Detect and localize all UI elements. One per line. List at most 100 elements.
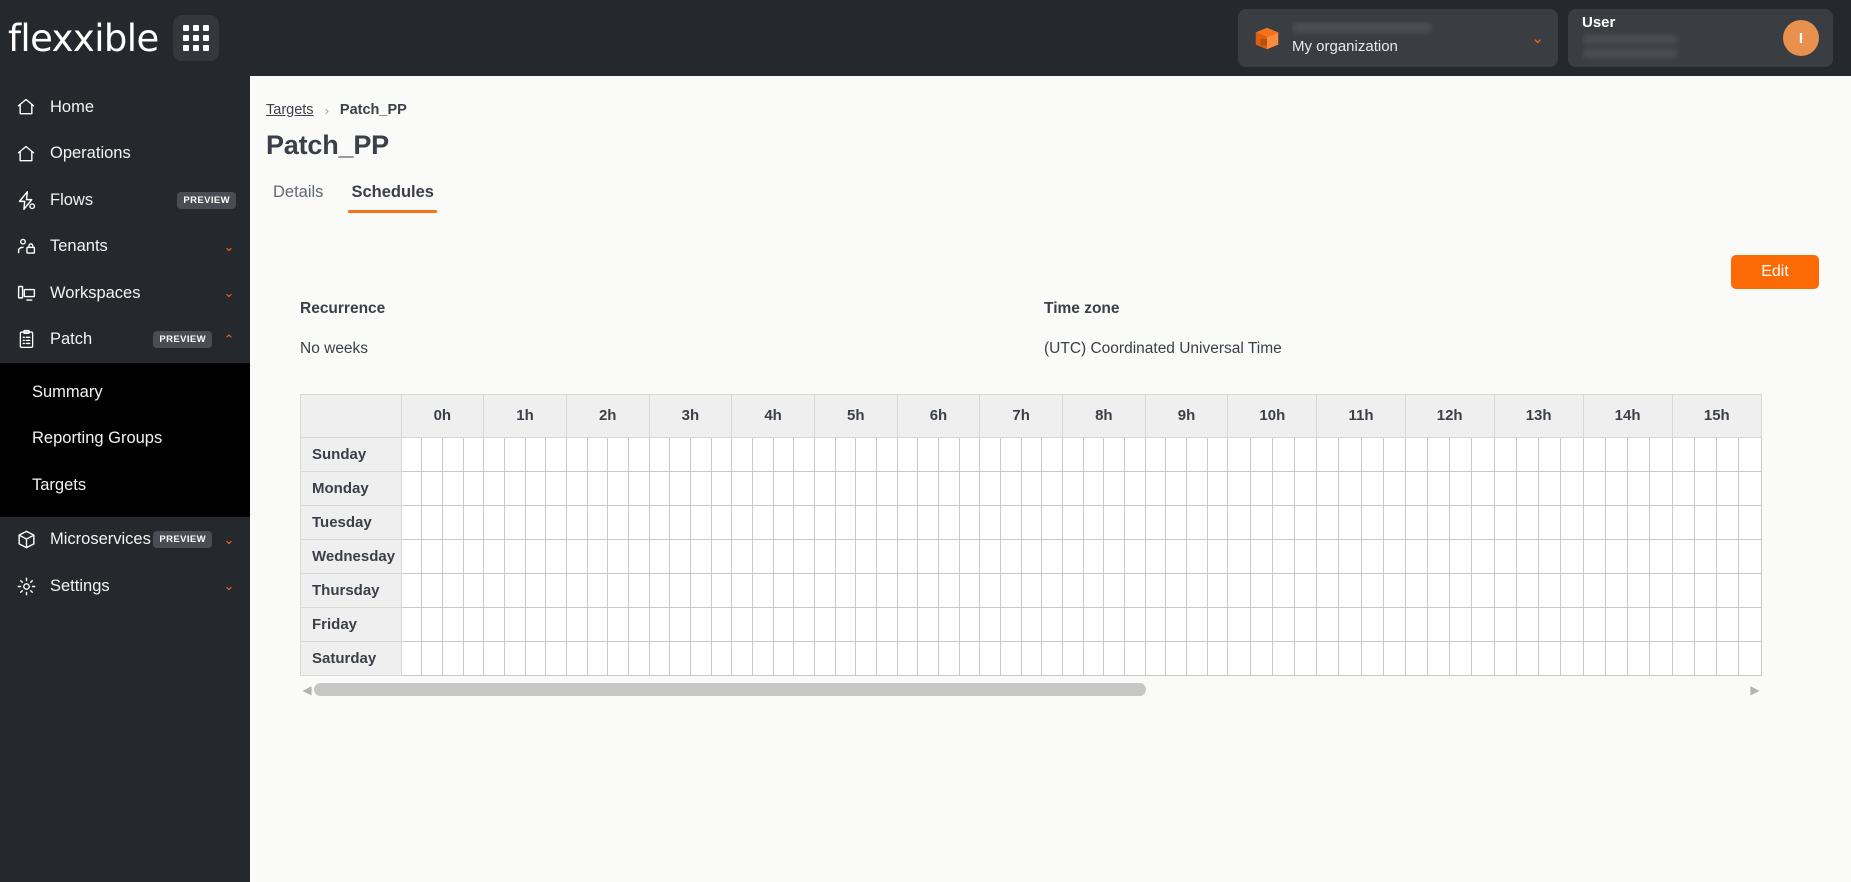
schedule-slot-cell[interactable] — [835, 471, 857, 506]
schedule-slot-cell[interactable] — [669, 607, 691, 642]
schedule-slot-cell[interactable] — [897, 607, 919, 642]
schedule-slot-cell[interactable] — [1560, 437, 1584, 472]
schedule-slot-cell[interactable] — [1165, 437, 1188, 472]
schedule-slot-cell[interactable] — [1427, 539, 1451, 574]
schedule-slot-cell[interactable] — [1021, 471, 1043, 506]
schedule-slot-cell[interactable] — [1516, 607, 1540, 642]
schedule-slot-cell[interactable] — [1103, 573, 1126, 608]
scrollbar-track[interactable] — [314, 683, 1748, 696]
sidebar-item-flows[interactable]: Flows PREVIEW — [0, 177, 250, 224]
schedule-slot-cell[interactable] — [607, 505, 629, 540]
schedule-slot-cell[interactable] — [1227, 437, 1251, 472]
schedule-slot-cell[interactable] — [1494, 641, 1517, 676]
schedule-slot-cell[interactable] — [752, 539, 774, 574]
schedule-slot-cell[interactable] — [814, 539, 836, 574]
schedule-slot-cell[interactable] — [463, 641, 485, 676]
schedule-slot-cell[interactable] — [711, 437, 733, 472]
schedule-slot-cell[interactable] — [1627, 607, 1651, 642]
schedule-slot-cell[interactable] — [1738, 539, 1762, 574]
schedule-slot-cell[interactable] — [1716, 641, 1740, 676]
schedule-slot-cell[interactable] — [711, 607, 733, 642]
schedule-slot-cell[interactable] — [897, 471, 919, 506]
schedule-slot-cell[interactable] — [1471, 437, 1495, 472]
schedule-slot-cell[interactable] — [1083, 539, 1105, 574]
schedule-slot-cell[interactable] — [1272, 471, 1296, 506]
schedule-slot-cell[interactable] — [1207, 471, 1229, 506]
schedule-slot-cell[interactable] — [1021, 505, 1043, 540]
schedule-slot-cell[interactable] — [504, 471, 526, 506]
schedule-slot-cell[interactable] — [711, 505, 733, 540]
schedule-slot-cell[interactable] — [752, 471, 774, 506]
schedule-slot-cell[interactable] — [1405, 607, 1428, 642]
schedule-slot-cell[interactable] — [1560, 641, 1584, 676]
schedule-slot-cell[interactable] — [1605, 607, 1629, 642]
schedule-slot-cell[interactable] — [1145, 641, 1167, 676]
schedule-slot-cell[interactable] — [938, 607, 960, 642]
schedule-slot-cell[interactable] — [1316, 573, 1340, 608]
schedule-slot-cell[interactable] — [752, 437, 774, 472]
schedule-slot-cell[interactable] — [1738, 641, 1762, 676]
schedule-slot-cell[interactable] — [525, 437, 547, 472]
schedule-slot-cell[interactable] — [690, 471, 712, 506]
schedule-slot-cell[interactable] — [566, 471, 588, 506]
schedule-slot-cell[interactable] — [690, 641, 712, 676]
schedule-slot-cell[interactable] — [483, 607, 505, 642]
schedule-slot-cell[interactable] — [1250, 505, 1273, 540]
schedule-slot-cell[interactable] — [463, 505, 485, 540]
tab-details[interactable]: Details — [273, 183, 323, 213]
schedule-slot-cell[interactable] — [1294, 607, 1318, 642]
schedule-slot-cell[interactable] — [897, 641, 919, 676]
schedule-slot-cell[interactable] — [1627, 641, 1651, 676]
schedule-slot-cell[interactable] — [1062, 573, 1084, 608]
schedule-slot-cell[interactable] — [897, 539, 919, 574]
schedule-slot-cell[interactable] — [1627, 437, 1651, 472]
schedule-slot-cell[interactable] — [628, 437, 650, 472]
schedule-slot-cell[interactable] — [483, 641, 505, 676]
schedule-slot-cell[interactable] — [649, 437, 671, 472]
schedule-slot-cell[interactable] — [1186, 573, 1208, 608]
schedule-slot-cell[interactable] — [1041, 607, 1063, 642]
schedule-slot-cell[interactable] — [1062, 437, 1084, 472]
schedule-slot-cell[interactable] — [1583, 471, 1606, 506]
schedule-slot-cell[interactable] — [690, 539, 712, 574]
schedule-slot-cell[interactable] — [504, 539, 526, 574]
sidebar-item-home[interactable]: Home — [0, 84, 250, 131]
schedule-slot-cell[interactable] — [731, 539, 753, 574]
schedule-slot-cell[interactable] — [1516, 573, 1540, 608]
schedule-slot-cell[interactable] — [1471, 641, 1495, 676]
schedule-slot-cell[interactable] — [483, 573, 505, 608]
sidebar-item-microservices[interactable]: Microservices PREVIEW ⌄ — [0, 517, 250, 564]
schedule-slot-cell[interactable] — [793, 641, 815, 676]
schedule-slot-cell[interactable] — [401, 539, 423, 574]
schedule-slot-cell[interactable] — [442, 437, 464, 472]
schedule-slot-cell[interactable] — [1062, 607, 1084, 642]
schedule-slot-cell[interactable] — [711, 641, 733, 676]
schedule-slot-cell[interactable] — [1145, 437, 1167, 472]
schedule-slot-cell[interactable] — [1427, 505, 1451, 540]
schedule-slot-cell[interactable] — [1227, 573, 1251, 608]
schedule-slot-cell[interactable] — [504, 641, 526, 676]
schedule-slot-cell[interactable] — [1338, 607, 1362, 642]
schedule-slot-cell[interactable] — [421, 539, 443, 574]
schedule-slot-cell[interactable] — [690, 573, 712, 608]
schedule-slot-cell[interactable] — [1124, 573, 1146, 608]
schedule-slot-cell[interactable] — [814, 607, 836, 642]
schedule-slot-cell[interactable] — [1361, 607, 1384, 642]
schedule-slot-cell[interactable] — [1165, 539, 1188, 574]
schedule-slot-cell[interactable] — [876, 505, 898, 540]
schedule-slot-cell[interactable] — [1294, 437, 1318, 472]
schedule-slot-cell[interactable] — [1000, 471, 1022, 506]
schedule-slot-cell[interactable] — [1383, 437, 1406, 472]
schedule-slot-cell[interactable] — [1538, 437, 1562, 472]
schedule-slot-cell[interactable] — [1716, 471, 1740, 506]
schedule-slot-cell[interactable] — [793, 437, 815, 472]
schedule-slot-cell[interactable] — [752, 607, 774, 642]
schedule-slot-cell[interactable] — [525, 505, 547, 540]
schedule-slot-cell[interactable] — [1449, 471, 1473, 506]
schedule-slot-cell[interactable] — [979, 573, 1001, 608]
schedule-slot-cell[interactable] — [1516, 471, 1540, 506]
schedule-slot-cell[interactable] — [1145, 505, 1167, 540]
schedule-slot-cell[interactable] — [1405, 641, 1428, 676]
schedule-slot-cell[interactable] — [1716, 437, 1740, 472]
schedule-slot-cell[interactable] — [1103, 505, 1126, 540]
